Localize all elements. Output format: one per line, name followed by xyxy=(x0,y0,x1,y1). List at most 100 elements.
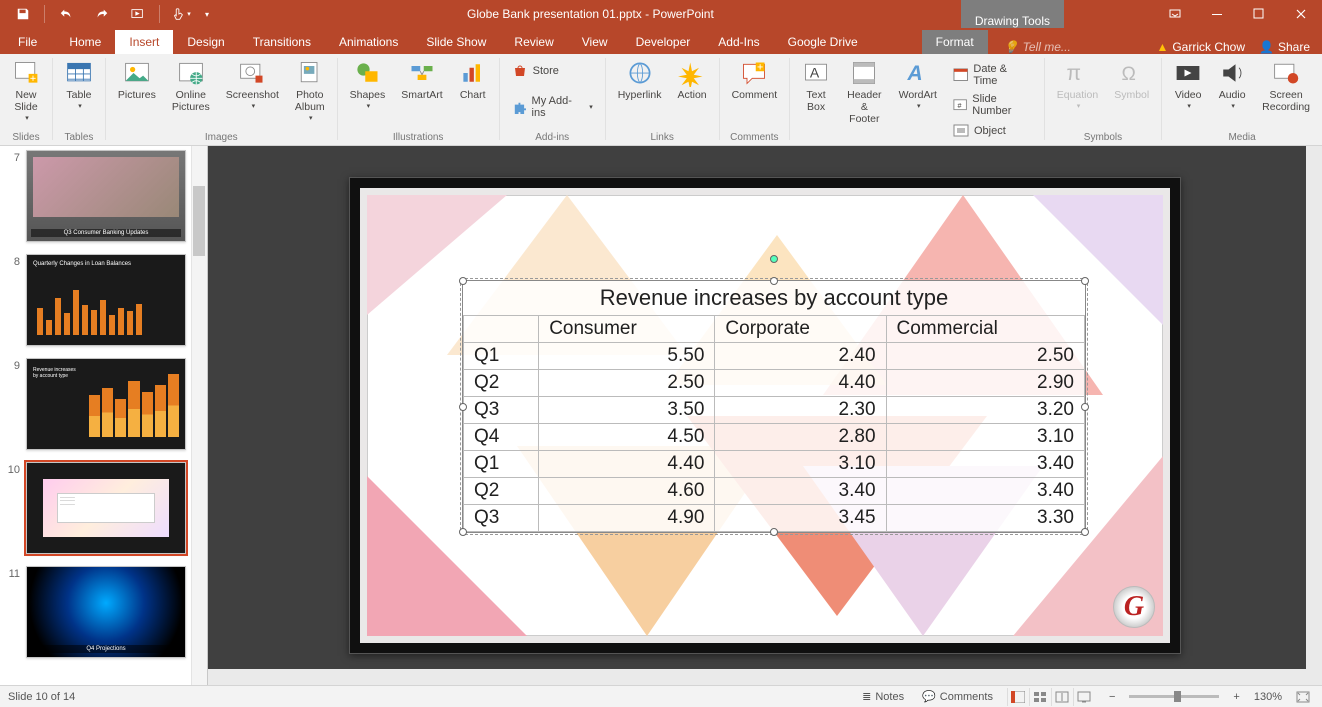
start-from-beginning-button[interactable] xyxy=(121,2,155,26)
tab-insert[interactable]: Insert xyxy=(115,30,173,54)
addins-icon xyxy=(512,99,527,115)
comments-button[interactable]: 💬Comments xyxy=(918,690,997,703)
action-button[interactable]: Action xyxy=(671,57,712,123)
textbox-button[interactable]: AText Box xyxy=(796,57,836,123)
fit-to-window-button[interactable] xyxy=(1292,691,1314,703)
notes-button[interactable]: ≣Notes xyxy=(858,690,908,703)
table-header-row: Consumer Corporate Commercial xyxy=(464,316,1085,343)
zoom-in-button[interactable]: + xyxy=(1229,691,1243,703)
svg-text:π: π xyxy=(1067,62,1082,85)
minimize-button[interactable] xyxy=(1196,0,1238,28)
tab-file[interactable]: File xyxy=(0,30,55,54)
slidenum-button[interactable]: #Slide Number xyxy=(949,91,1036,119)
statusbar: Slide 10 of 14 ≣Notes 💬Comments − + 130% xyxy=(0,685,1322,707)
tab-home[interactable]: Home xyxy=(55,30,115,54)
screen-recording-button[interactable]: Screen Recording xyxy=(1256,57,1316,123)
group-comments-label: Comments xyxy=(730,132,778,143)
undo-button[interactable] xyxy=(49,2,83,26)
user-name[interactable]: ▲Garrick Chow xyxy=(1156,40,1245,54)
share-button[interactable]: 👤Share xyxy=(1259,40,1310,54)
thumb-10[interactable]: 10 ───────────────────── xyxy=(4,462,195,554)
tab-slideshow[interactable]: Slide Show xyxy=(412,30,500,54)
maximize-button[interactable] xyxy=(1238,0,1280,28)
table-row: Q14.403.103.40 xyxy=(464,451,1085,478)
view-mode-buttons xyxy=(1007,688,1095,706)
tell-me-input[interactable]: 💡Tell me... xyxy=(1004,40,1071,54)
equation-button[interactable]: πEquation xyxy=(1051,57,1104,123)
table-button[interactable]: Table xyxy=(59,57,99,123)
rotate-handle[interactable] xyxy=(770,255,778,263)
screenshot-button[interactable]: Screenshot xyxy=(220,57,285,123)
screenshot-icon xyxy=(238,59,266,87)
thumbnails-scrollbar[interactable] xyxy=(191,146,207,685)
group-images-label: Images xyxy=(205,132,238,143)
thumb-9[interactable]: 9 Revenue increases by account type xyxy=(4,358,195,450)
slide-canvas-area[interactable]: Revenue increases by account type Consum… xyxy=(208,146,1322,685)
new-slide-icon xyxy=(12,59,40,87)
tab-design[interactable]: Design xyxy=(173,30,238,54)
online-pictures-button[interactable]: Online Pictures xyxy=(166,57,216,123)
qat-customize-button[interactable]: ▾ xyxy=(200,2,214,26)
my-addins-button[interactable]: My Add-ins xyxy=(508,93,597,121)
tab-animations[interactable]: Animations xyxy=(325,30,412,54)
comment-button[interactable]: Comment xyxy=(726,57,784,123)
thumb-8[interactable]: 8 Quarterly Changes in Loan Balances xyxy=(4,254,195,346)
tab-format[interactable]: Format xyxy=(922,30,988,54)
object-icon xyxy=(953,123,969,139)
pictures-button[interactable]: Pictures xyxy=(112,57,162,123)
svg-text:A: A xyxy=(906,62,922,85)
photo-album-icon xyxy=(296,59,324,87)
redo-button[interactable] xyxy=(85,2,119,26)
datetime-button[interactable]: Date & Time xyxy=(949,61,1036,89)
thumb-7[interactable]: 7 Q3 Consumer Banking Updates xyxy=(4,150,195,242)
ribbon-options-button[interactable] xyxy=(1154,0,1196,28)
audio-button[interactable]: Audio xyxy=(1212,57,1252,123)
smartart-button[interactable]: SmartArt xyxy=(395,57,448,123)
data-table[interactable]: Consumer Corporate Commercial Q15.502.40… xyxy=(463,315,1085,532)
sorter-view-button[interactable] xyxy=(1029,688,1051,706)
textbox-icon: A xyxy=(802,59,830,87)
slideshow-view-button[interactable] xyxy=(1073,688,1095,706)
store-button[interactable]: Store xyxy=(508,61,597,81)
zoom-out-button[interactable]: − xyxy=(1105,691,1119,703)
symbol-button[interactable]: ΩSymbol xyxy=(1108,57,1155,123)
photo-album-button[interactable]: Photo Album xyxy=(289,57,331,123)
touch-mode-button[interactable] xyxy=(164,2,198,26)
save-button[interactable] xyxy=(6,2,40,26)
globe-logo-icon: G xyxy=(1113,586,1155,628)
header-footer-button[interactable]: Header & Footer xyxy=(840,57,889,123)
canvas-horizontal-scrollbar[interactable] xyxy=(208,669,1306,685)
video-button[interactable]: Video xyxy=(1168,57,1208,123)
reading-view-button[interactable] xyxy=(1051,688,1073,706)
zoom-level[interactable]: 130% xyxy=(1254,691,1282,703)
shapes-button[interactable]: Shapes xyxy=(344,57,392,123)
hyperlink-icon xyxy=(626,59,654,87)
object-button[interactable]: Object xyxy=(949,121,1036,141)
quick-access-toolbar: ▾ xyxy=(0,2,220,26)
tab-transitions[interactable]: Transitions xyxy=(239,30,325,54)
tab-addins[interactable]: Add-Ins xyxy=(704,30,773,54)
thumb-11[interactable]: 11 Q4 Projections xyxy=(4,566,195,658)
symbol-icon: Ω xyxy=(1118,59,1146,87)
zoom-slider[interactable] xyxy=(1129,695,1219,698)
new-slide-button[interactable]: New Slide xyxy=(6,57,46,123)
workspace: 7 Q3 Consumer Banking Updates 8 Quarterl… xyxy=(0,146,1322,685)
table-selection[interactable]: Revenue increases by account type Consum… xyxy=(462,280,1086,533)
group-media-label: Media xyxy=(1228,132,1255,143)
table-title: Revenue increases by account type xyxy=(463,281,1085,315)
table-row: Q44.502.803.10 xyxy=(464,424,1085,451)
wordart-button[interactable]: AWordArt xyxy=(893,57,943,123)
table-icon xyxy=(65,59,93,87)
normal-view-button[interactable] xyxy=(1007,688,1029,706)
close-button[interactable] xyxy=(1280,0,1322,28)
tab-googledrive[interactable]: Google Drive xyxy=(774,30,872,54)
comment-icon xyxy=(740,59,768,87)
tab-developer[interactable]: Developer xyxy=(622,30,705,54)
chart-button[interactable]: Chart xyxy=(453,57,493,123)
slide-position[interactable]: Slide 10 of 14 xyxy=(8,691,75,703)
tab-review[interactable]: Review xyxy=(500,30,567,54)
canvas-vertical-scrollbar[interactable] xyxy=(1306,146,1322,685)
tab-view[interactable]: View xyxy=(568,30,622,54)
hyperlink-button[interactable]: Hyperlink xyxy=(612,57,668,123)
slide-thumbnails-panel[interactable]: 7 Q3 Consumer Banking Updates 8 Quarterl… xyxy=(0,146,208,685)
